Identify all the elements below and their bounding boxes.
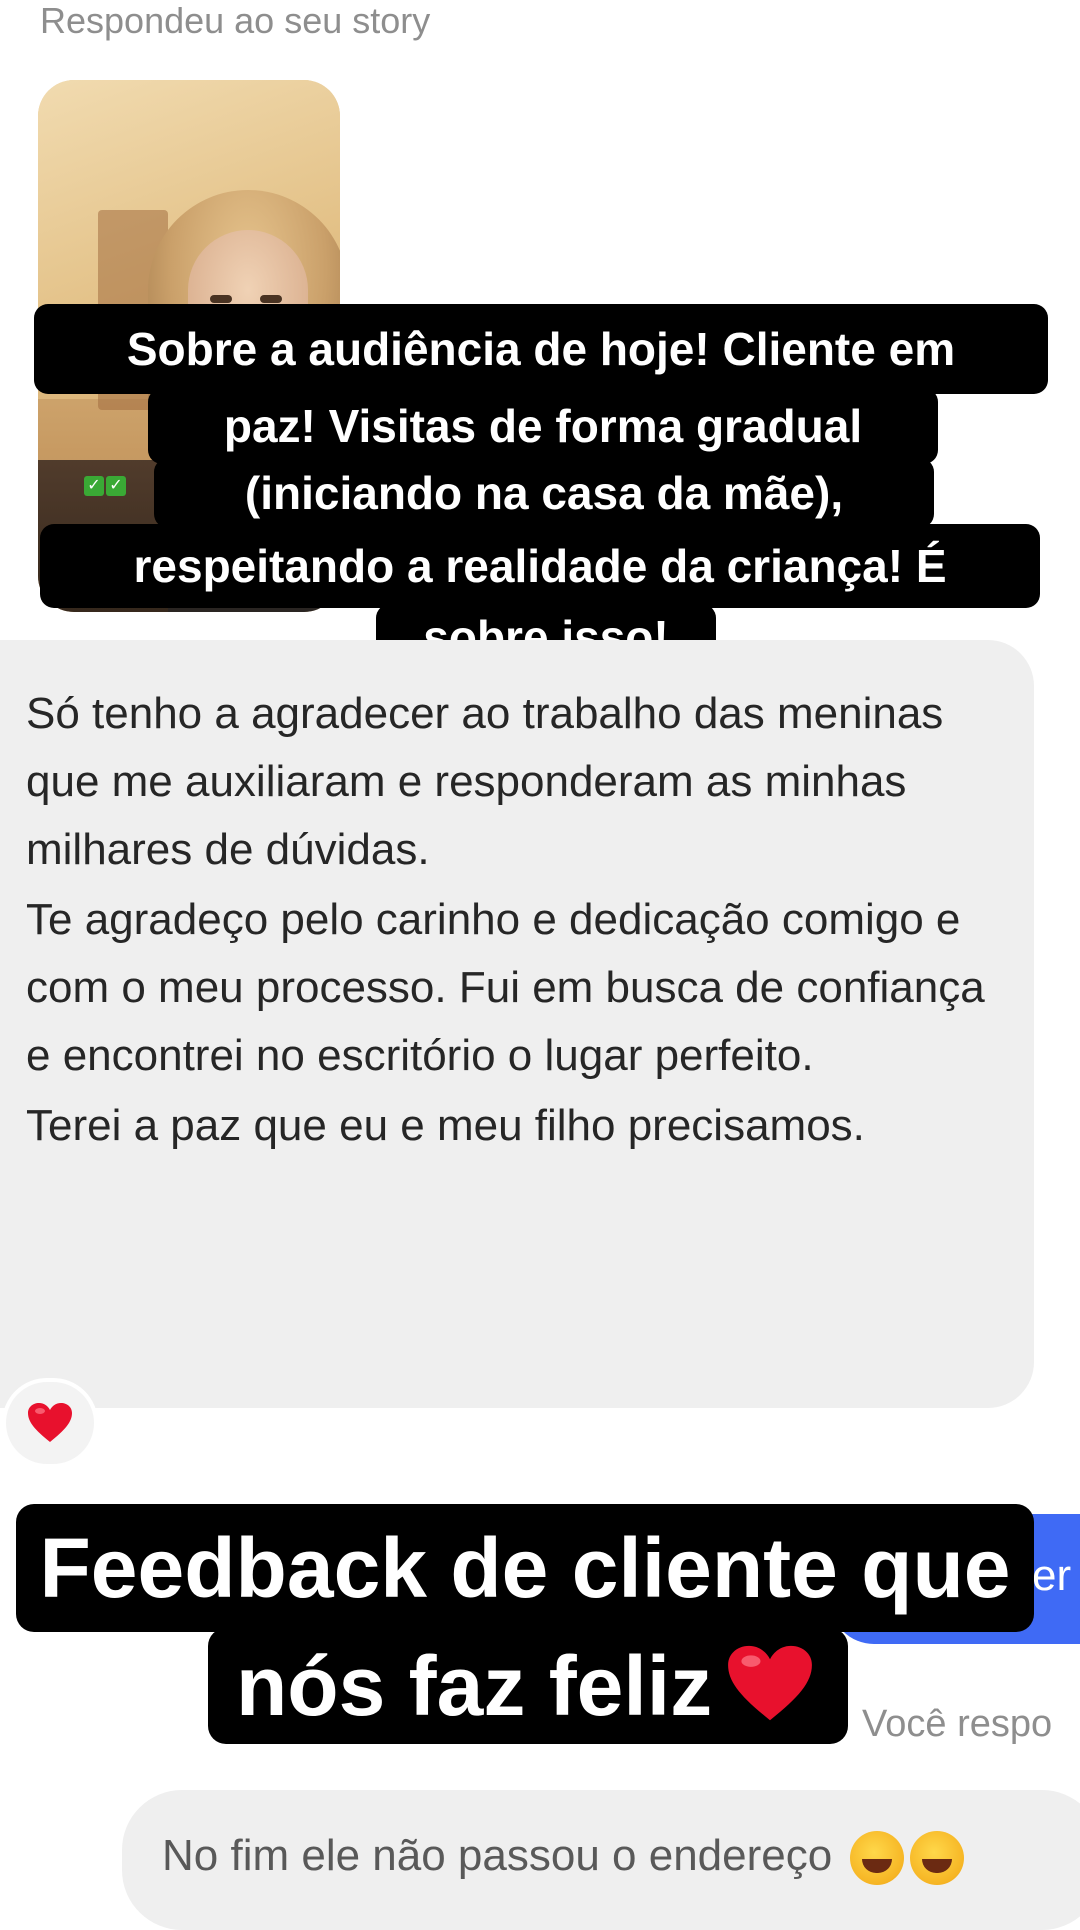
sent-message-text: er: [1032, 1551, 1072, 1600]
check-mark-icon: ✓: [106, 476, 126, 496]
feedback-sticker-line-1-bg: Feedback de cliente que: [16, 1504, 1034, 1632]
caption-line-1: Sobre a audiência de hoje! Cliente em: [34, 304, 1048, 394]
caption-line-4: respeitando a realidade da criança! É: [40, 524, 1040, 608]
feedback-sticker-line-2: nós faz feliz: [236, 1639, 713, 1733]
received-message-text: Só tenho a agradecer ao trabalho das men…: [26, 680, 1006, 1162]
reply-message-text: No fim ele não passou o endereço: [162, 1828, 965, 1886]
red-heart-icon: [728, 1645, 812, 1721]
message-paragraph: Terei a paz que eu e meu filho precisamo…: [26, 1101, 865, 1150]
caption-line-3: (iniciando na casa da mãe),: [154, 458, 934, 528]
red-heart-icon: [28, 1403, 72, 1442]
tears-of-joy-icon: [910, 1831, 965, 1886]
check-mark-icon: ✓: [84, 476, 104, 496]
tears-of-joy-icon: [850, 1831, 905, 1886]
you-replied-label: Você respo: [862, 1703, 1053, 1745]
check-mark-emojis: ✓ ✓: [84, 474, 128, 496]
feedback-sticker-line-2-bg: nós faz feliz: [208, 1628, 848, 1744]
caption-line-2: paz! Visitas de forma gradual: [148, 388, 938, 464]
reply-message-label: No fim ele não passou o endereço: [162, 1831, 833, 1880]
story-eye-left: [210, 295, 232, 303]
message-reaction[interactable]: [2, 1378, 98, 1468]
feedback-sticker-line-1: Feedback de cliente que: [39, 1521, 1011, 1615]
story-eye-right: [260, 295, 282, 303]
message-paragraph: Só tenho a agradecer ao trabalho das men…: [26, 689, 944, 874]
story-reply-label: Respondeu ao seu story: [40, 0, 431, 41]
message-paragraph: Te agradeço pelo carinho e dedicação com…: [26, 895, 985, 1080]
